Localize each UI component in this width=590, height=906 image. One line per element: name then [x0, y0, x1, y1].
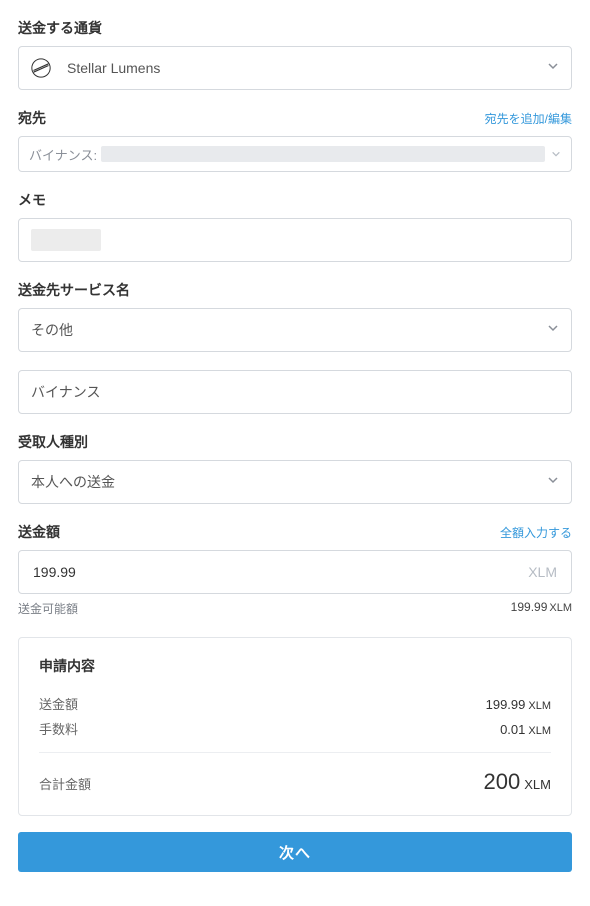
summary-title: 申請内容 [39, 656, 551, 676]
service-section: 送金先サービス名 その他 バイナンス [18, 280, 572, 414]
service-label: 送金先サービス名 [18, 280, 130, 300]
summary-total-label: 合計金額 [39, 774, 91, 793]
chevron-down-icon [547, 321, 559, 339]
chevron-down-icon [547, 59, 559, 77]
amount-unit: XLM [528, 564, 557, 580]
summary-divider [39, 752, 551, 753]
next-button[interactable]: 次へ [18, 832, 572, 872]
available-balance-row: 送金可能額 199.99XLM [18, 600, 572, 617]
memo-label: メモ [18, 190, 46, 210]
summary-total-row: 合計金額 200XLM [39, 769, 551, 795]
memo-value-redacted [31, 229, 101, 251]
chevron-down-icon [547, 473, 559, 491]
summary-card: 申請内容 送金額 199.99XLM 手数料 0.01XLM 合計金額 200X… [18, 637, 572, 816]
amount-input[interactable] [33, 564, 528, 580]
destination-address-redacted [101, 146, 545, 162]
recipient-type-selected: 本人への送金 [31, 472, 547, 492]
currency-select[interactable]: Stellar Lumens [18, 46, 572, 90]
destination-section: 宛先 宛先を追加/編集 バイナンス: [18, 108, 572, 172]
summary-fee-value: 0.01XLM [500, 722, 551, 737]
memo-section: メモ [18, 190, 572, 262]
currency-label: 送金する通貨 [18, 18, 102, 38]
recipient-type-section: 受取人種別 本人への送金 [18, 432, 572, 504]
summary-fee-label: 手数料 [39, 719, 78, 738]
amount-input-box[interactable]: XLM [18, 550, 572, 594]
edit-destination-link[interactable]: 宛先を追加/編集 [485, 110, 572, 127]
recipient-type-label: 受取人種別 [18, 432, 88, 452]
memo-input[interactable] [18, 218, 572, 262]
chevron-down-icon [551, 147, 561, 162]
available-label: 送金可能額 [18, 600, 78, 617]
stellar-icon [31, 58, 51, 78]
amount-section: 送金額 全額入力する XLM 送金可能額 199.99XLM [18, 522, 572, 617]
summary-send-row: 送金額 199.99XLM [39, 694, 551, 713]
service-custom-value: バイナンス [31, 382, 559, 402]
available-value: 199.99XLM [511, 600, 572, 617]
recipient-type-select[interactable]: 本人への送金 [18, 460, 572, 504]
destination-label: 宛先 [18, 108, 46, 128]
currency-section: 送金する通貨 Stellar Lumens [18, 18, 572, 90]
currency-selected: Stellar Lumens [67, 60, 539, 76]
destination-select[interactable]: バイナンス: [18, 136, 572, 172]
summary-total-value: 200XLM [484, 769, 551, 795]
summary-fee-row: 手数料 0.01XLM [39, 719, 551, 738]
service-select[interactable]: その他 [18, 308, 572, 352]
service-custom-input[interactable]: バイナンス [18, 370, 572, 414]
summary-send-label: 送金額 [39, 694, 78, 713]
fill-all-link[interactable]: 全額入力する [500, 524, 572, 541]
amount-label: 送金額 [18, 522, 60, 542]
destination-value-prefix: バイナンス: [29, 145, 97, 164]
service-selected: その他 [31, 320, 547, 340]
summary-send-value: 199.99XLM [486, 697, 551, 712]
